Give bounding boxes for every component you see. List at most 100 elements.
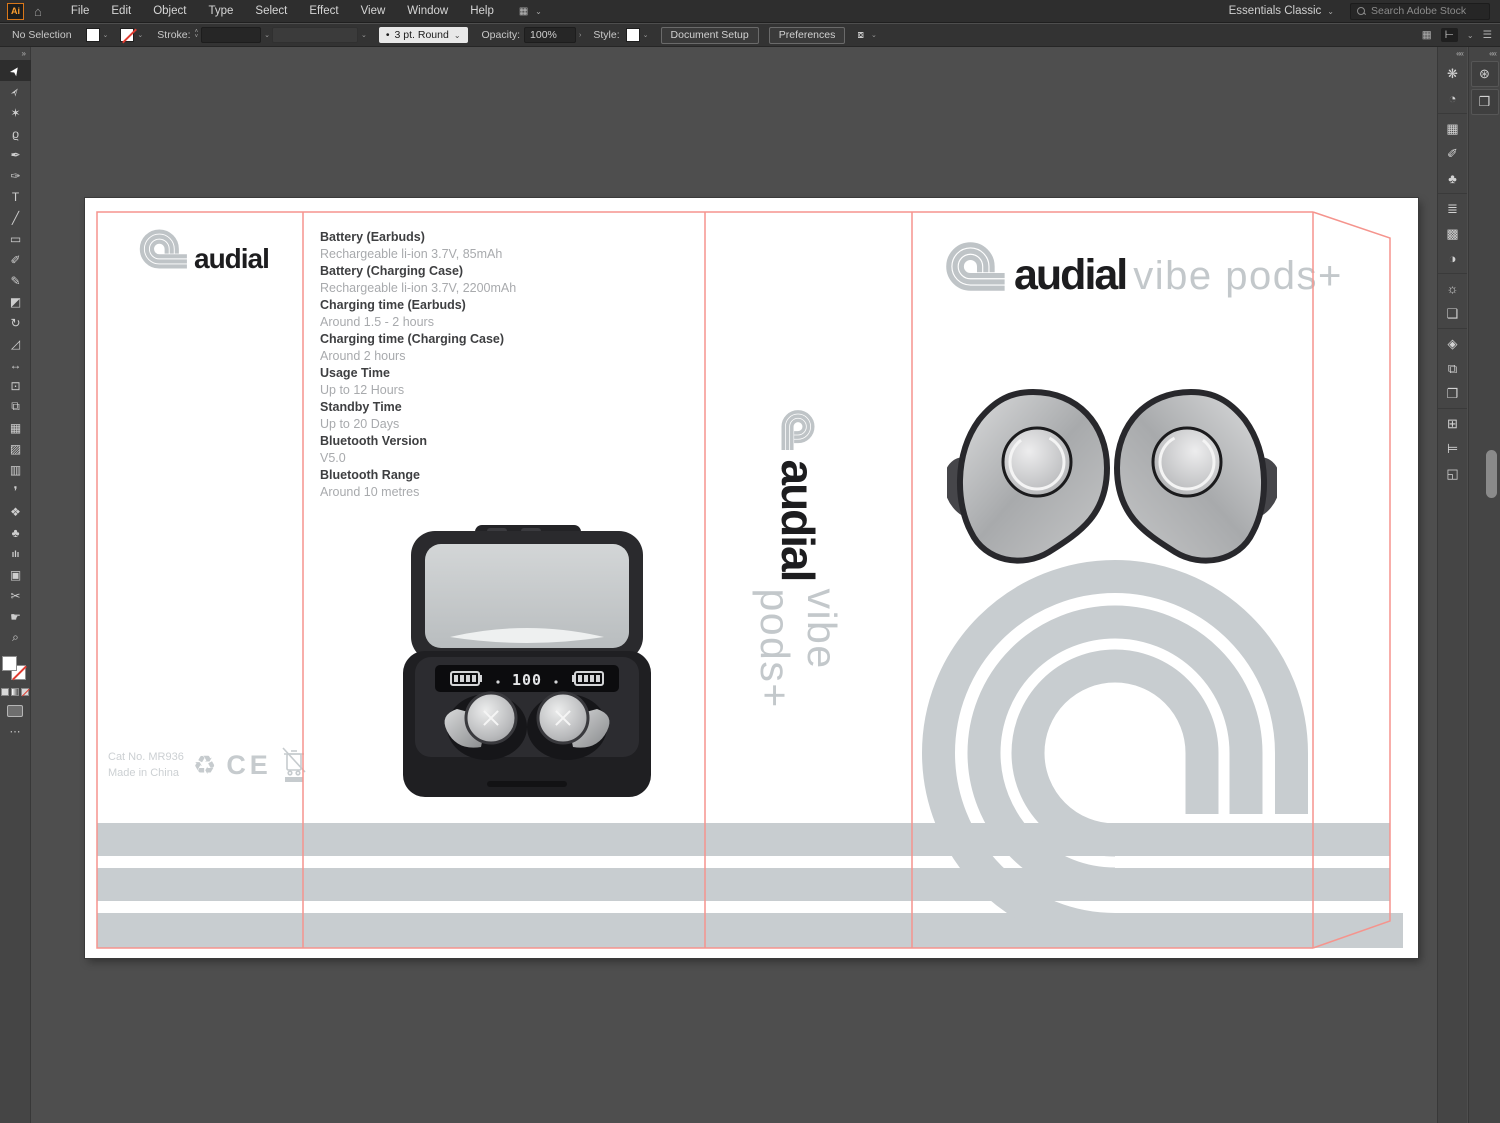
gradient-tool[interactable]: ▥ xyxy=(0,459,31,480)
menu-select[interactable]: Select xyxy=(244,5,298,17)
hand-tool[interactable]: ☛ xyxy=(0,606,31,627)
asset-export-panel-icon[interactable]: ❐ xyxy=(1438,381,1467,406)
brush-definition-dropdown[interactable]: •3 pt. Round⌄ xyxy=(379,27,468,43)
spec-value: Rechargeable li-ion 3.7V, 2200mAh xyxy=(320,280,620,297)
app-logo-icon[interactable]: Ai xyxy=(7,3,24,20)
shape-builder-tool-icon: ⧉ xyxy=(11,399,20,414)
shape-builder-tool[interactable]: ⧉ xyxy=(0,396,31,417)
color-mode-button[interactable] xyxy=(1,688,9,696)
stroke-panel-icon[interactable]: ≣ xyxy=(1438,196,1467,221)
libraries-panel-icon[interactable]: ⊛ xyxy=(1471,61,1499,87)
layers-panel-icon[interactable]: ◈ xyxy=(1438,331,1467,356)
stroke-chevron-icon[interactable]: ⌄ xyxy=(137,31,143,39)
stroke-swatch[interactable] xyxy=(120,28,134,42)
blend-tool[interactable]: ❖ xyxy=(0,501,31,522)
opacity-field[interactable]: 100% xyxy=(524,27,576,43)
eyedropper-tool[interactable]: ❜ xyxy=(0,480,31,501)
slice-tool[interactable]: ✂ xyxy=(0,585,31,606)
color-guide-panel-icon[interactable]: ◔ xyxy=(1438,86,1467,111)
fill-chevron-icon[interactable]: ⌄ xyxy=(103,31,109,39)
gradient-panel-icon[interactable]: ▩ xyxy=(1438,221,1467,246)
style-swatch[interactable] xyxy=(626,28,640,42)
direct-selection-tool[interactable]: ➣ xyxy=(0,81,31,102)
menu-help[interactable]: Help xyxy=(459,5,505,17)
type-tool[interactable]: T xyxy=(0,186,31,207)
zoom-tool[interactable]: ⌕ xyxy=(0,627,31,648)
swatches-panel-icon[interactable]: ▦ xyxy=(1438,116,1467,141)
menu-edit[interactable]: Edit xyxy=(100,5,142,17)
canvas-scrollbar[interactable] xyxy=(1486,450,1497,498)
puppet-warp-tool[interactable]: ⊡ xyxy=(0,375,31,396)
spec-value: Up to 20 Days xyxy=(320,416,620,433)
symbol-sprayer-tool[interactable]: ♣ xyxy=(0,522,31,543)
eraser-tool[interactable]: ◩ xyxy=(0,291,31,312)
stroke-weight-stepper[interactable]: ˄˅ xyxy=(195,30,199,40)
menu-type[interactable]: Type xyxy=(197,5,244,17)
graphic-styles-panel-icon[interactable]: ❑ xyxy=(1438,301,1467,326)
edit-toolbar-icon[interactable]: ⋯ xyxy=(0,725,30,738)
brushes-panel-icon[interactable]: ✐ xyxy=(1438,141,1467,166)
stroke-weight-chevron-icon[interactable]: ⌄ xyxy=(264,31,270,39)
magic-wand-tool[interactable]: ✶ xyxy=(0,102,31,123)
paintbrush-tool[interactable]: ✐ xyxy=(0,249,31,270)
pathfinder-panel-icon[interactable]: ◱ xyxy=(1438,461,1467,486)
menu-object[interactable]: Object xyxy=(142,5,197,17)
rectangle-tool[interactable]: ▭ xyxy=(0,228,31,249)
fill-swatch[interactable] xyxy=(86,28,100,42)
color-panel-icon[interactable]: ❋ xyxy=(1438,61,1467,86)
search-input[interactable]: Search Adobe Stock xyxy=(1350,3,1490,20)
rotate-tool[interactable]: ↻ xyxy=(0,312,31,333)
dock-collapse-icon[interactable]: «« xyxy=(1438,47,1467,59)
document-setup-button[interactable]: Document Setup xyxy=(661,27,759,44)
panel-dock-icon[interactable]: ⊢ xyxy=(1441,28,1458,42)
eraser-tool-icon: ◩ xyxy=(10,295,21,309)
menu-file[interactable]: File xyxy=(60,5,101,17)
artboard-tool[interactable]: ▣ xyxy=(0,564,31,585)
dock-chevron-icon[interactable]: ⌄ xyxy=(1467,31,1474,40)
selection-tool[interactable]: ➤ xyxy=(0,60,31,81)
pen-tool[interactable]: ✒ xyxy=(0,144,31,165)
menu-window[interactable]: Window xyxy=(396,5,459,17)
align-panel-icon[interactable]: ⊨ xyxy=(1438,436,1467,461)
isolate-chevron-icon[interactable]: ⌄ xyxy=(871,31,877,39)
transparency-panel-icon[interactable]: ◑ xyxy=(1438,246,1467,271)
scale-tool[interactable]: ◿ xyxy=(0,333,31,354)
menu-list-icon[interactable]: ☰ xyxy=(1483,29,1492,41)
home-icon[interactable]: ⌂ xyxy=(34,4,42,19)
appearance-panel-icon[interactable]: ☼ xyxy=(1438,276,1467,301)
tools-collapse-icon[interactable]: » xyxy=(0,47,30,60)
width-tool[interactable]: ↔ xyxy=(0,354,31,375)
fill-white-indicator[interactable] xyxy=(2,656,17,671)
line-segment-tool[interactable]: ╱ xyxy=(0,207,31,228)
curvature-tool[interactable]: ✑ xyxy=(0,165,31,186)
gradient-mode-button[interactable] xyxy=(11,688,19,696)
symbols-panel-icon[interactable]: ♣ xyxy=(1438,166,1467,191)
isolate-icon[interactable]: ⧇ xyxy=(857,29,864,42)
column-graph-tool[interactable]: ılı xyxy=(0,543,31,564)
none-mode-button[interactable] xyxy=(21,688,29,696)
menu-effect[interactable]: Effect xyxy=(298,5,349,17)
mesh-tool[interactable]: ▨ xyxy=(0,438,31,459)
opacity-arrow-icon[interactable]: › xyxy=(579,32,581,39)
menu-view[interactable]: View xyxy=(350,5,397,17)
arrange-documents-icon[interactable]: ▦ ⌄ xyxy=(519,6,544,17)
artboards-panel-icon[interactable]: ⧉ xyxy=(1438,356,1467,381)
stroke-weight-field[interactable] xyxy=(201,27,261,43)
pasteboard[interactable]: audial Battery (Earbuds)Rechargeable li-… xyxy=(32,47,1436,1123)
shaper-tool[interactable]: ✎ xyxy=(0,270,31,291)
libraries-collapse-icon[interactable]: «« xyxy=(1469,47,1500,59)
screen-mode-button[interactable] xyxy=(7,705,23,717)
touch-workspace-icon[interactable]: ▦ xyxy=(1422,29,1432,41)
variable-width-chevron-icon: ⌄ xyxy=(361,31,367,39)
artboard[interactable]: audial Battery (Earbuds)Rechargeable li-… xyxy=(85,198,1418,958)
perspective-grid-tool[interactable]: ▦ xyxy=(0,417,31,438)
fill-stroke-widget[interactable] xyxy=(2,656,28,682)
transform-panel-icon[interactable]: ⊞ xyxy=(1438,411,1467,436)
style-chevron-icon[interactable]: ⌄ xyxy=(643,31,649,39)
lasso-tool[interactable]: ϱ xyxy=(0,123,31,144)
cc-library-panel-icon[interactable]: ❒ xyxy=(1471,89,1499,115)
workspace-switcher[interactable]: Essentials Classic⌄ xyxy=(1229,5,1334,17)
audial-logo-icon xyxy=(943,238,1007,295)
preferences-button[interactable]: Preferences xyxy=(769,27,846,44)
column-graph-tool-icon: ılı xyxy=(12,549,20,559)
